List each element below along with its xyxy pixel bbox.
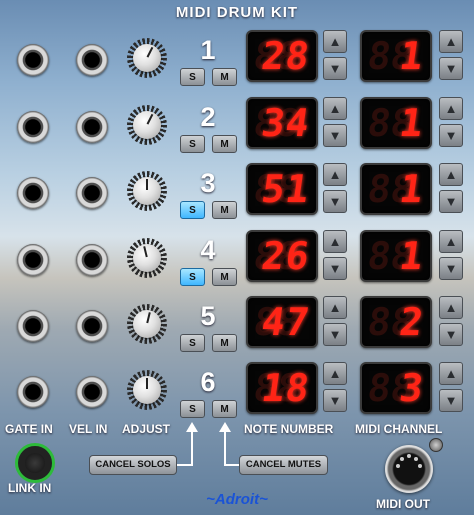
- module-panel: MIDI DRUM KIT 1 S M 88 28 ▲ ▼ 88 1 ▲ ▼ 2…: [0, 0, 474, 515]
- din-pin-icon: [396, 464, 400, 468]
- din-pin-icon: [418, 464, 422, 468]
- din-pin-icon: [400, 457, 404, 461]
- connector-lines: [177, 422, 239, 466]
- brand-logo: ~Adroit~: [206, 491, 268, 508]
- mute-connector-line: [224, 428, 239, 466]
- midi-out-jack[interactable]: [385, 445, 433, 493]
- solo-connector-line: [177, 428, 193, 466]
- midi-out-led: [429, 438, 443, 452]
- mute-connector-arrow-icon: [219, 422, 231, 432]
- solo-connector-arrow-icon: [186, 422, 198, 432]
- din-pin-icon: [414, 457, 418, 461]
- din-pin-icon: [407, 454, 411, 458]
